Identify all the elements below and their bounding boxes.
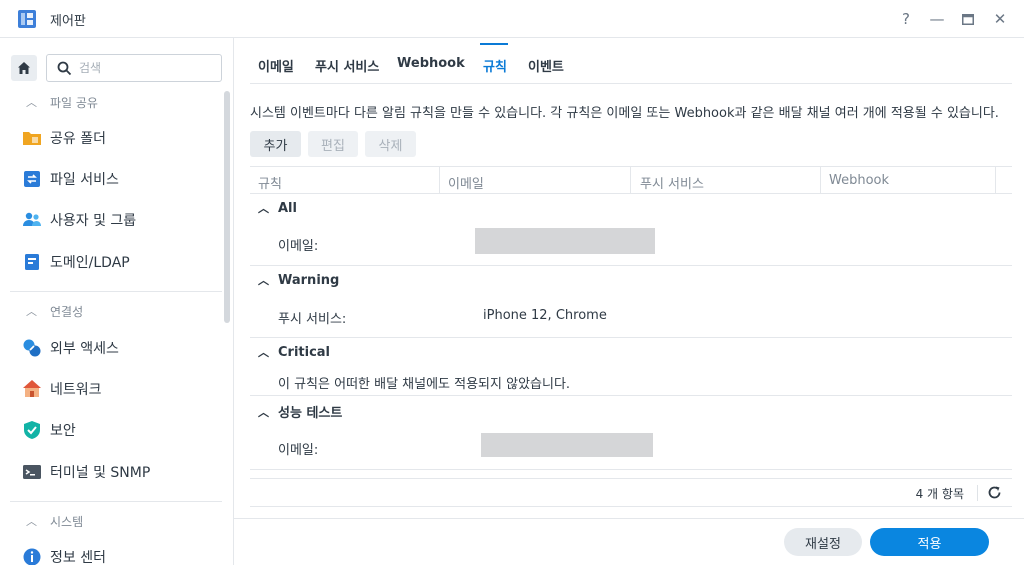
sidebar-item-network[interactable]: 네트워크: [22, 376, 102, 402]
push-service-value: iPhone 12, Chrome: [483, 308, 607, 323]
chevron-up-icon: ︿: [258, 274, 269, 287]
sidebar: ︿ 파일 공유 공유 폴더 파일 서비스 사용자 및 그룹 도메인/LDAP ︿…: [0, 38, 234, 565]
row-label: 이메일:: [278, 443, 319, 458]
terminal-icon: [23, 465, 41, 479]
sidebar-item-external-access[interactable]: 외부 액세스: [22, 335, 119, 361]
tab-events[interactable]: 이벤트: [528, 56, 564, 75]
network-icon: [23, 380, 41, 397]
sidebar-item-file-services[interactable]: 파일 서비스: [22, 166, 119, 192]
chevron-up-icon: ︿: [26, 305, 37, 318]
group-header-warning[interactable]: ︿ Warning: [258, 272, 339, 288]
reset-button[interactable]: 재설정: [784, 528, 862, 556]
title-bar: 제어판 ? — ✕: [0, 0, 1024, 38]
section-system[interactable]: ︿ 시스템: [26, 511, 83, 531]
action-bar-divider: [234, 518, 1024, 519]
refresh-icon[interactable]: [987, 485, 1002, 500]
chevron-up-icon: ︿: [26, 96, 37, 109]
group-header-critical[interactable]: ︿ Critical: [258, 344, 330, 360]
footer-divider: [977, 485, 978, 501]
maximize-button[interactable]: [958, 9, 978, 29]
group-header-performance-test[interactable]: ︿ 성능 테스트: [258, 402, 342, 422]
control-panel-icon: [18, 10, 36, 28]
file-services-icon: [24, 171, 40, 187]
home-button[interactable]: [11, 55, 37, 81]
tab-rules[interactable]: 규칙: [483, 56, 507, 75]
shield-icon: [24, 421, 40, 439]
edit-button[interactable]: 편집: [308, 131, 358, 157]
row-divider: [250, 395, 1012, 396]
help-button[interactable]: ?: [896, 9, 916, 29]
section-file-sharing[interactable]: ︿ 파일 공유: [26, 92, 98, 112]
sidebar-divider: [10, 501, 222, 502]
column-divider: [995, 167, 996, 194]
chevron-up-icon: ︿: [258, 346, 269, 359]
maximize-icon: [962, 13, 974, 25]
tab-webhook[interactable]: Webhook: [397, 56, 465, 71]
sidebar-item-security[interactable]: 보안: [22, 417, 76, 443]
column-rule[interactable]: 규칙: [258, 173, 282, 192]
add-button[interactable]: 추가: [250, 131, 301, 157]
redacted-value: [475, 228, 655, 254]
sidebar-item-terminal-snmp[interactable]: 터미널 및 SNMP: [22, 459, 150, 485]
row-divider: [250, 469, 1012, 470]
column-divider: [820, 167, 821, 194]
external-access-icon: [23, 339, 41, 357]
column-push-service[interactable]: 푸시 서비스: [640, 173, 704, 192]
table-header: 규칙 이메일 푸시 서비스 Webhook: [250, 166, 1012, 194]
row-label: 푸시 서비스:: [278, 312, 347, 327]
home-icon: [18, 62, 30, 74]
sidebar-scrollbar[interactable]: [224, 91, 230, 323]
tab-bar: 이메일 푸시 서비스 Webhook 규칙 이벤트: [250, 38, 1012, 84]
sidebar-item-info-center[interactable]: 정보 센터: [22, 544, 106, 565]
tab-email[interactable]: 이메일: [258, 56, 294, 75]
search-icon: [57, 61, 72, 76]
search-input[interactable]: [79, 59, 214, 77]
column-divider: [630, 167, 631, 194]
folder-icon: [23, 132, 41, 145]
minimize-button[interactable]: —: [927, 9, 947, 29]
rules-description: 시스템 이벤트마다 다른 알림 규칙을 만들 수 있습니다. 각 규칙은 이메일…: [250, 106, 999, 121]
table-footer: 4 개 항목: [250, 478, 1012, 507]
domain-icon: [25, 254, 39, 270]
sidebar-item-domain-ldap[interactable]: 도메인/LDAP: [22, 249, 130, 275]
delete-button[interactable]: 삭제: [365, 131, 416, 157]
column-divider: [439, 167, 440, 194]
search-box[interactable]: [46, 54, 222, 82]
info-icon: [23, 548, 41, 565]
row-label: 이 규칙은 어떠한 배달 채널에도 적용되지 않았습니다.: [278, 377, 571, 392]
chevron-up-icon: ︿: [258, 202, 269, 215]
sidebar-divider: [10, 291, 222, 292]
redacted-value: [481, 433, 653, 457]
column-email[interactable]: 이메일: [448, 173, 484, 192]
sidebar-item-users-groups[interactable]: 사용자 및 그룹: [22, 207, 136, 233]
users-icon: [23, 212, 41, 226]
chevron-up-icon: ︿: [26, 515, 37, 528]
active-tab-indicator: [480, 43, 508, 45]
tab-push-service[interactable]: 푸시 서비스: [315, 56, 379, 75]
group-header-all[interactable]: ︿ All: [258, 200, 297, 216]
chevron-up-icon: ︿: [258, 405, 269, 419]
row-divider: [250, 337, 1012, 338]
row-label: 이메일:: [278, 239, 319, 254]
sidebar-item-shared-folder[interactable]: 공유 폴더: [22, 125, 106, 151]
column-webhook[interactable]: Webhook: [829, 173, 889, 188]
apply-button[interactable]: 적용: [870, 528, 989, 556]
item-count: 4 개 항목: [915, 487, 964, 501]
row-divider: [250, 265, 1012, 266]
window-title: 제어판: [50, 14, 86, 29]
close-button[interactable]: ✕: [990, 9, 1010, 29]
section-connectivity[interactable]: ︿ 연결성: [26, 301, 83, 321]
